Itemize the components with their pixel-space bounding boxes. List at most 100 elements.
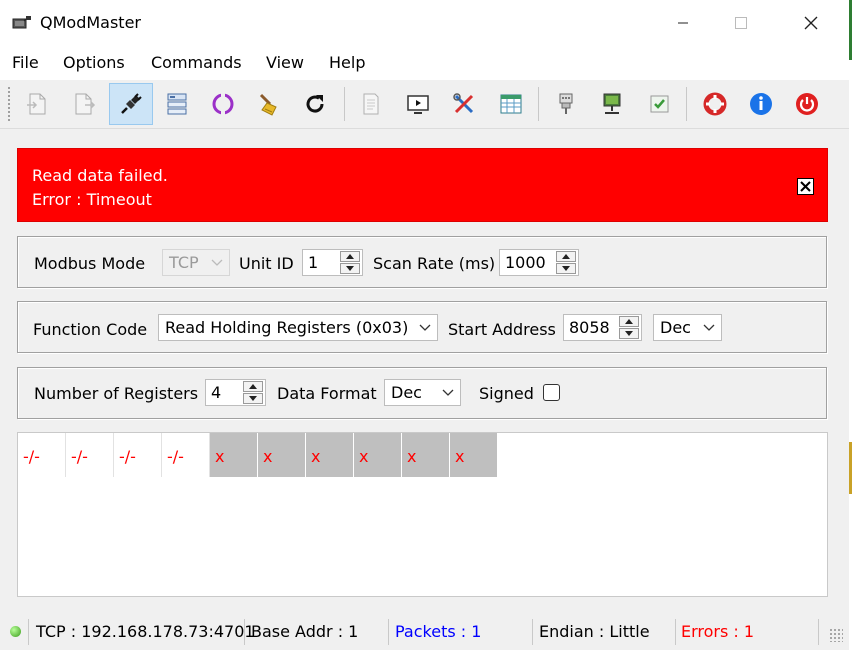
modbus-mode-label: Modbus Mode: [34, 254, 146, 273]
ethernet-button[interactable]: [590, 83, 634, 125]
tools-button[interactable]: [442, 83, 486, 125]
menu-commands[interactable]: Commands: [151, 53, 242, 72]
register-cell[interactable]: -/-: [18, 433, 66, 477]
status-errors: Errors : 1: [681, 622, 755, 641]
menu-file[interactable]: File: [12, 53, 39, 72]
spin-down-button[interactable]: [243, 393, 263, 404]
register-cell[interactable]: x: [306, 433, 354, 477]
about-qt-button[interactable]: [693, 83, 737, 125]
menu-view[interactable]: View: [266, 53, 304, 72]
register-cell[interactable]: x: [450, 433, 498, 477]
arrow-up-icon: [346, 254, 354, 259]
number-of-registers-label: Number of Registers: [34, 384, 199, 403]
spin-up-button[interactable]: [619, 316, 639, 327]
start-address-spinbox[interactable]: 8058: [563, 314, 642, 341]
data-format-select[interactable]: Dec: [384, 379, 461, 406]
window-title: QModMaster: [40, 13, 141, 32]
register-cell[interactable]: -/-: [114, 433, 162, 477]
clear-button[interactable]: [247, 83, 291, 125]
serial-rtu-button[interactable]: [155, 83, 199, 125]
register-cell[interactable]: x: [402, 433, 450, 477]
signed-label: Signed: [479, 384, 534, 403]
function-code-label: Function Code: [33, 320, 148, 339]
register-cell[interactable]: -/-: [66, 433, 114, 477]
dismiss-error-button[interactable]: [797, 178, 814, 195]
spin-down-button[interactable]: [340, 263, 360, 274]
arrow-up-icon: [625, 319, 633, 324]
data-format-label: Data Format: [277, 384, 377, 403]
document-icon: [363, 93, 379, 115]
header-button[interactable]: [489, 83, 533, 125]
toolbar-grip[interactable]: [7, 86, 11, 122]
error-message: Read data failed.: [32, 166, 168, 185]
minimize-icon: [678, 22, 688, 24]
status-packets: Packets : 1: [395, 622, 482, 641]
refresh-icon: [306, 95, 324, 113]
signed-checkbox[interactable]: [543, 384, 560, 401]
status-endian: Endian : Little: [539, 622, 650, 641]
arrow-down-icon: [625, 331, 633, 336]
scan-rate-spinbox[interactable]: 1000: [499, 249, 579, 276]
connect-button[interactable]: [109, 83, 153, 125]
tcp-icon: [212, 93, 234, 115]
arrow-down-icon: [249, 396, 257, 401]
menu-bar: File Options Commands View Help: [0, 46, 849, 80]
clear-icon: [259, 93, 277, 116]
register-cell[interactable]: x: [258, 433, 306, 477]
function-code-select[interactable]: Read Holding Registers (0x03): [158, 314, 438, 341]
check-button[interactable]: [637, 83, 681, 125]
chevron-down-icon: [419, 324, 431, 331]
settings-button[interactable]: [544, 83, 588, 125]
toolbar-separator: [686, 87, 687, 121]
spin-down-button[interactable]: [556, 263, 576, 274]
read-write-button[interactable]: [293, 83, 337, 125]
save-session-icon: [75, 93, 96, 115]
start-address-label: Start Address: [448, 320, 556, 339]
address-base-select[interactable]: Dec: [653, 314, 722, 341]
connect-icon: [121, 93, 142, 114]
error-detail: Error : Timeout: [32, 190, 152, 209]
spin-up-button[interactable]: [340, 251, 360, 262]
minimize-button[interactable]: [660, 8, 706, 38]
chevron-down-icon: [211, 259, 223, 266]
register-cell[interactable]: x: [210, 433, 258, 477]
menu-help[interactable]: Help: [329, 53, 365, 72]
ethernet-icon: [603, 93, 621, 114]
menu-options[interactable]: Options: [63, 53, 125, 72]
spin-down-button[interactable]: [619, 328, 639, 339]
close-button[interactable]: [788, 8, 834, 38]
app-icon: [12, 16, 31, 29]
modbus-mode-select[interactable]: TCP: [162, 249, 230, 276]
close-icon: [804, 16, 818, 30]
about-button[interactable]: [739, 83, 783, 125]
number-of-registers-spinbox[interactable]: 4: [205, 379, 266, 406]
status-base-addr: Base Addr : 1: [251, 622, 359, 641]
tcp-button[interactable]: [201, 83, 245, 125]
save-session-button[interactable]: [62, 83, 106, 125]
status-connection: TCP : 192.168.178.73:4701: [36, 622, 255, 641]
connection-status-icon: [10, 626, 21, 637]
scan-rate-label: Scan Rate (ms): [373, 254, 496, 273]
reset-counters-button[interactable]: [349, 83, 393, 125]
check-icon: [650, 95, 669, 113]
spin-up-button[interactable]: [556, 251, 576, 262]
serial-port-icon: [559, 93, 573, 114]
register-cell[interactable]: -/-: [162, 433, 210, 477]
title-bar: QModMaster: [0, 0, 849, 46]
register-cell[interactable]: x: [354, 433, 402, 477]
arrow-up-icon: [249, 384, 257, 389]
table-icon: [500, 94, 522, 114]
unit-id-label: Unit ID: [239, 254, 294, 273]
load-session-button[interactable]: [15, 83, 59, 125]
main-window: QModMaster File Options Commands View He…: [0, 0, 850, 650]
chevron-down-icon: [442, 389, 454, 396]
maximize-icon: [735, 17, 747, 29]
resize-grip[interactable]: [829, 628, 843, 642]
load-session-icon: [27, 93, 46, 115]
spin-up-button[interactable]: [243, 381, 263, 392]
unit-id-spinbox[interactable]: 1: [302, 249, 363, 276]
maximize-button[interactable]: [718, 8, 764, 38]
exit-button[interactable]: [785, 83, 829, 125]
bus-monitor-button[interactable]: [396, 83, 440, 125]
arrow-up-icon: [562, 254, 570, 259]
